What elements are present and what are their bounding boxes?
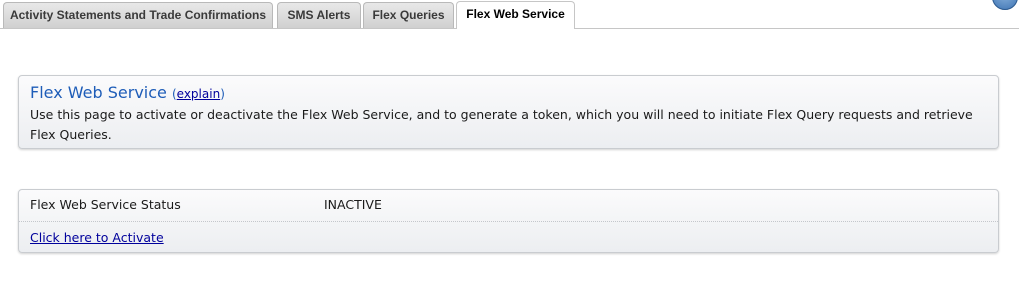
info-title-row: Flex Web Service (explain) [30, 82, 987, 104]
tab-flex-web-service[interactable]: Flex Web Service [456, 1, 575, 29]
tab-activity-statements[interactable]: Activity Statements and Trade Confirmati… [3, 2, 273, 28]
activate-link[interactable]: Click here to Activate [30, 222, 164, 253]
status-row: Flex Web Service Status INACTIVE [19, 190, 998, 222]
page-description: Use this page to activate or deactivate … [30, 107, 973, 142]
tab-bar: Activity Statements and Trade Confirmati… [0, 0, 1019, 29]
status-panel: Flex Web Service Status INACTIVE Click h… [18, 189, 999, 253]
status-label: Flex Web Service Status [30, 197, 181, 212]
tab-sms-alerts[interactable]: SMS Alerts [277, 2, 361, 28]
paren-close: ) [220, 87, 225, 101]
info-panel: Flex Web Service (explain) Use this page… [18, 75, 999, 149]
status-value: INACTIVE [324, 197, 382, 212]
tab-flex-queries[interactable]: Flex Queries [363, 2, 454, 28]
explain-link[interactable]: explain [177, 87, 221, 101]
page-title: Flex Web Service [30, 83, 167, 102]
activate-row: Click here to Activate [19, 222, 998, 253]
